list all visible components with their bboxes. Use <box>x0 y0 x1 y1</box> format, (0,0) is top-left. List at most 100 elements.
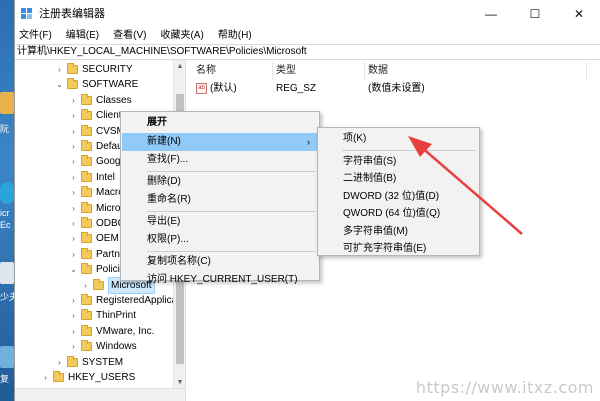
maximize-icon: ☐ <box>529 7 541 21</box>
chevron-right-icon[interactable]: › <box>69 247 78 262</box>
column-header-name[interactable]: 名称 <box>196 64 216 78</box>
close-button[interactable]: ✕ <box>557 0 600 28</box>
tree-item[interactable]: › HKEY_USERS <box>41 370 135 385</box>
context-menu-item[interactable]: 重命名(R) <box>122 191 318 209</box>
chevron-right-icon[interactable]: › <box>69 93 78 108</box>
chevron-right-icon: › <box>307 136 310 147</box>
menu-edit[interactable]: 编辑(E) <box>64 28 101 44</box>
context-menu-item[interactable]: 复制项名称(C) <box>122 253 318 271</box>
context-menu-item-label: 重命名(R) <box>147 194 191 205</box>
chevron-right-icon[interactable]: › <box>55 355 64 370</box>
desktop-background: 阮 icr Ec 少夫 复 <box>0 0 14 401</box>
menu-separator <box>147 210 315 212</box>
tree-item-label: Windows <box>96 341 137 353</box>
column-header-type[interactable]: 类型 <box>276 64 296 78</box>
folder-icon <box>67 63 78 74</box>
chevron-right-icon[interactable]: › <box>69 231 78 246</box>
tree-item[interactable]: ⌄ SOFTWARE <box>55 77 138 92</box>
chevron-right-icon[interactable]: › <box>69 308 78 323</box>
chevron-down-icon[interactable]: ⌄ <box>69 262 78 277</box>
chevron-right-icon[interactable]: › <box>41 370 50 385</box>
tree-item[interactable]: › Intel <box>69 170 115 185</box>
menu-favorites[interactable]: 收藏夹(A) <box>158 28 205 44</box>
tree-item-label: SYSTEM <box>82 356 124 368</box>
title-bar[interactable]: 注册表编辑器 — ☐ ✕ <box>15 0 600 28</box>
menu-file[interactable]: 文件(F) <box>17 28 54 44</box>
submenu-item[interactable]: 多字符串值(M) <box>319 223 478 241</box>
context-menu-item[interactable]: 查找(F)... <box>122 151 318 169</box>
tree-item[interactable]: › Windows <box>69 339 137 354</box>
submenu-item[interactable]: DWORD (32 位)值(D) <box>319 188 478 206</box>
tree-item[interactable]: › CVSM <box>69 124 125 139</box>
chevron-right-icon[interactable]: › <box>69 216 78 231</box>
tree-horizontal-scrollbar[interactable] <box>15 388 185 401</box>
tree-item[interactable]: › Clients <box>69 108 127 123</box>
tree-item-label: SECURITY <box>82 64 133 75</box>
chevron-right-icon[interactable]: › <box>69 124 78 139</box>
chevron-right-icon[interactable]: › <box>69 324 78 339</box>
maximize-button[interactable]: ☐ <box>513 0 557 28</box>
watermark: https://www.itxz.com <box>415 378 594 397</box>
close-icon: ✕ <box>573 7 585 21</box>
folder-icon <box>67 355 78 367</box>
chevron-right-icon[interactable]: › <box>69 339 78 354</box>
chevron-right-icon[interactable]: › <box>69 293 78 308</box>
menu-view[interactable]: 查看(V) <box>111 28 148 44</box>
chevron-right-icon[interactable]: › <box>69 108 78 123</box>
chevron-right-icon[interactable]: › <box>69 201 78 216</box>
minimize-button[interactable]: — <box>469 0 513 28</box>
tree-item-label: RegisteredApplica <box>96 295 173 306</box>
desktop-shortcut-icon[interactable] <box>0 92 14 114</box>
folder-icon <box>81 217 92 228</box>
folder-icon <box>53 371 64 382</box>
chevron-right-icon[interactable]: › <box>81 278 90 293</box>
tree-item-label: VMware, Inc. <box>96 325 155 337</box>
chevron-right-icon[interactable]: › <box>69 170 78 185</box>
context-menu-item[interactable]: 访问 HKEY_CURRENT_USER(T) <box>122 271 318 289</box>
column-divider[interactable] <box>272 62 273 80</box>
context-menu-item[interactable]: 新建(N) › <box>122 132 318 151</box>
folder-icon <box>81 93 92 105</box>
context-menu: 展开新建(N) › 查找(F)... 删除(D) 重命名(R) 导出(E) 权限(P)...… <box>120 111 320 285</box>
chevron-right-icon[interactable]: › <box>55 62 64 77</box>
desktop-edge-icon[interactable] <box>0 182 14 204</box>
folder-icon <box>67 78 78 90</box>
folder-icon <box>81 201 92 213</box>
tree-item-label: HKEY_USERS <box>68 372 136 383</box>
context-menu-item-label: 复制项名称(C) <box>147 255 211 267</box>
minimize-icon: — <box>485 7 497 21</box>
menu-help[interactable]: 帮助(H) <box>216 28 254 44</box>
context-menu-item[interactable]: 删除(D) <box>122 173 318 191</box>
submenu-item[interactable]: 字符串值(S) <box>319 153 478 171</box>
folder-icon <box>81 170 92 182</box>
chevron-right-icon[interactable]: › <box>69 185 78 200</box>
submenu-item[interactable]: QWORD (64 位)值(Q) <box>319 205 478 223</box>
submenu-item[interactable]: 二进制值(B) <box>319 170 478 188</box>
column-divider[interactable] <box>586 62 587 80</box>
tree-item[interactable]: › SYSTEM <box>55 355 123 370</box>
column-divider[interactable] <box>364 62 365 80</box>
context-menu-item[interactable]: 权限(P)... <box>122 231 318 249</box>
submenu-item[interactable]: 可扩充字符串值(E) <box>319 240 478 258</box>
tree-item[interactable]: › OEM <box>69 231 119 246</box>
tree-item[interactable]: › Classes <box>69 93 132 108</box>
address-bar[interactable]: 计算机\HKEY_LOCAL_MACHINE\SOFTWARE\Policies… <box>15 44 600 60</box>
tree-item[interactable]: › RegisteredApplica <box>69 293 173 308</box>
desktop-shortcut-icon[interactable] <box>0 346 14 368</box>
value-name[interactable]: (默认) <box>210 82 237 96</box>
tree-item[interactable]: › SECURITY <box>55 62 133 77</box>
desktop-shortcut-icon[interactable] <box>0 262 14 284</box>
tree-item[interactable]: › ODBC <box>69 216 125 231</box>
chevron-right-icon[interactable]: › <box>69 154 78 169</box>
tree-item[interactable]: › VMware, Inc. <box>69 324 154 339</box>
chevron-down-icon[interactable]: ⌄ <box>55 77 64 92</box>
folder-icon <box>81 109 92 121</box>
context-menu-item[interactable]: 展开 <box>122 114 318 132</box>
submenu-item[interactable]: 项(K) <box>319 130 478 148</box>
context-menu-item[interactable]: 导出(E) <box>122 213 318 231</box>
menu-bar: 文件(F) 编辑(E) 查看(V) 收藏夹(A) 帮助(H) <box>15 28 600 44</box>
context-menu-item-label: 新建(N) <box>147 135 181 147</box>
chevron-right-icon[interactable]: › <box>69 139 78 154</box>
tree-item[interactable]: › ThinPrint <box>69 308 136 323</box>
column-header-data[interactable]: 数据 <box>368 64 388 78</box>
